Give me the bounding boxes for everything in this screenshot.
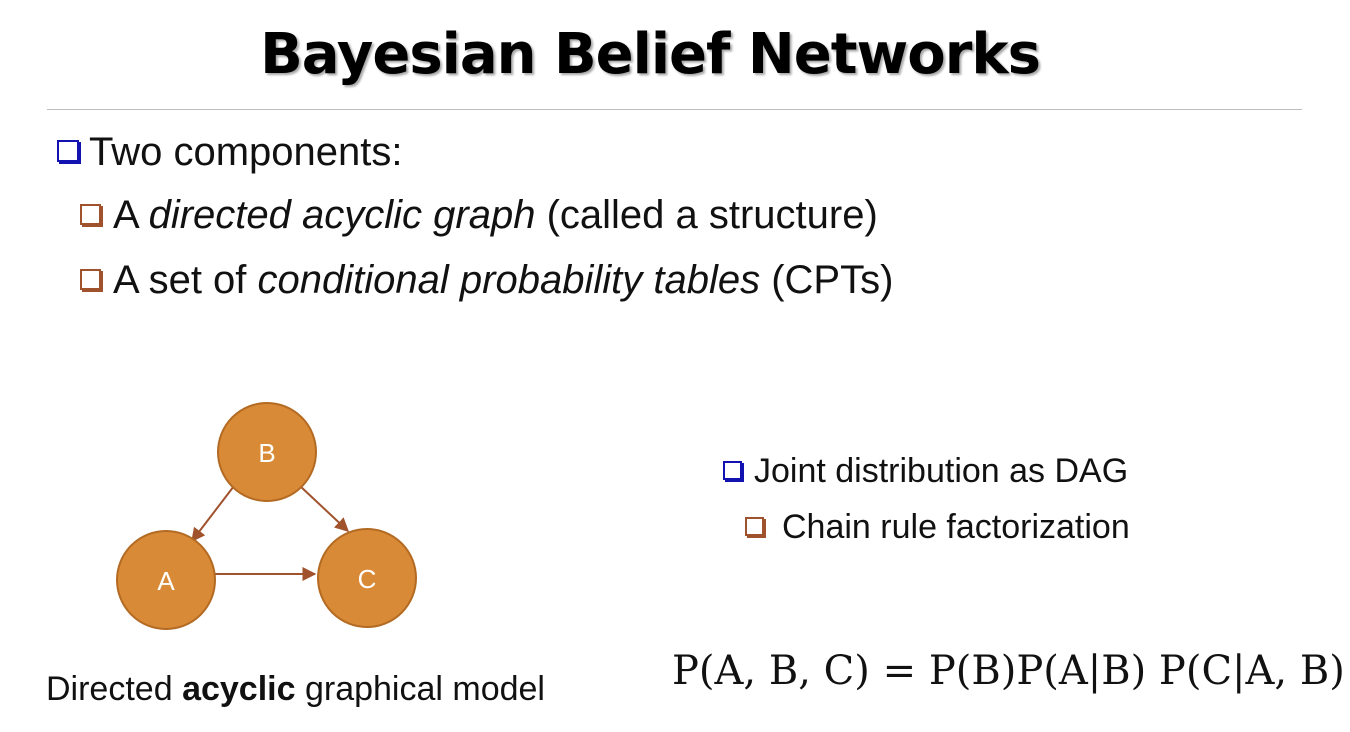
node-c: C — [317, 528, 417, 628]
node-label: C — [358, 564, 377, 594]
bullet-text: Joint distribution as DAG — [754, 452, 1129, 490]
factorization-formula: P(A, B, C) = P(B)P(A|B) P(C|A, B) — [672, 648, 1345, 694]
bullet-suffix: (called a structure) — [535, 193, 878, 237]
node-label: B — [258, 438, 275, 468]
caption-text: graphical model — [295, 670, 545, 708]
bullet-prefix: A set of — [113, 258, 258, 302]
bullet-emphasis: directed acyclic graph — [148, 193, 536, 237]
graph-caption: Directed acyclic graphical model — [46, 670, 545, 709]
node-b: B — [217, 402, 317, 502]
title-divider — [47, 109, 1302, 110]
bullet-text: Chain rule factorization — [782, 508, 1130, 546]
bullet-emphasis: conditional probability tables — [257, 258, 761, 302]
checkbox-bullet-icon — [745, 516, 764, 536]
checkbox-bullet-icon — [57, 140, 79, 163]
slide-title: Bayesian Belief Networks — [260, 22, 1041, 87]
bullet-two-components: Two components: — [57, 130, 403, 175]
dag-diagram: B A C — [116, 402, 417, 630]
edge-b-to-c — [299, 485, 350, 532]
node-a: A — [116, 530, 216, 630]
bullet-prefix: A — [113, 193, 149, 237]
checkbox-bullet-icon — [723, 460, 742, 480]
sub-bullet-dag: A directed acyclic graph (called a struc… — [80, 193, 878, 238]
checkbox-bullet-icon — [80, 268, 101, 290]
checkbox-bullet-icon — [80, 203, 101, 225]
sub-bullet-cpts: A set of conditional probability tables … — [80, 258, 893, 303]
edge-b-to-a — [191, 485, 235, 543]
node-label: A — [157, 566, 175, 596]
bullet-joint-distribution: Joint distribution as DAG — [723, 452, 1128, 491]
sub-bullet-chain-rule: Chain rule factorization — [745, 508, 1130, 547]
bullet-text: Two components: — [89, 130, 403, 174]
bullet-suffix: (CPTs) — [760, 258, 894, 302]
caption-bold-text: acyclic — [182, 670, 296, 708]
caption-text: Directed — [46, 670, 183, 708]
